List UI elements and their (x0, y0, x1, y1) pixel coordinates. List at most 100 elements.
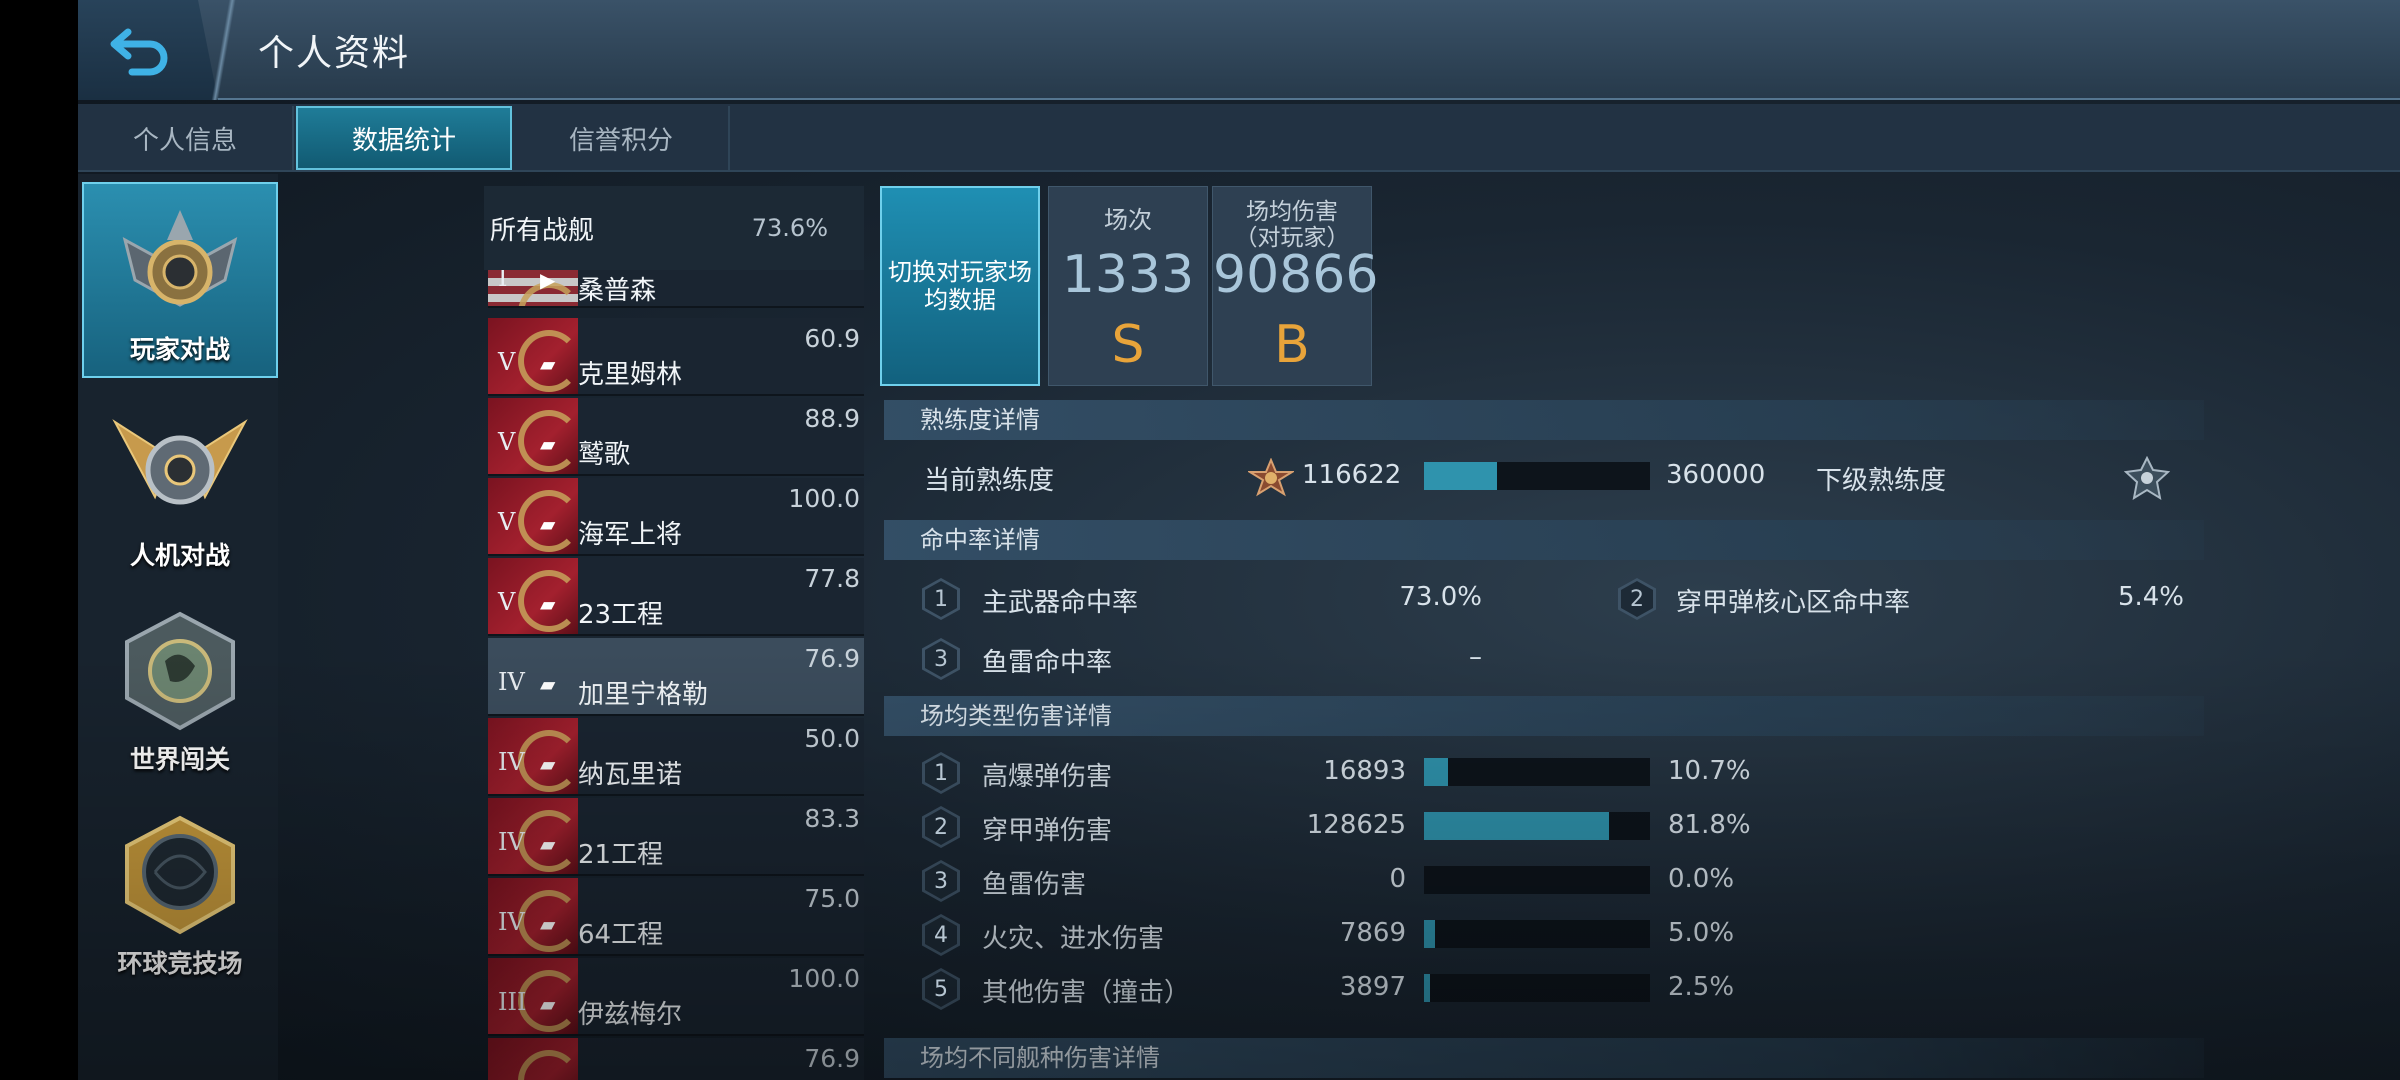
damage-type-label: 其他伤害（撞击） (982, 978, 1191, 1008)
hit-rate-label: 主武器命中率 (982, 588, 1139, 618)
ship-type-icon: ▰ (540, 512, 556, 536)
damage-type-percent: 81.8% (1668, 810, 1751, 840)
mode-label-pvp: 玩家对战 (129, 335, 230, 364)
header-bar: 个人资料 (78, 0, 2400, 100)
matches-grade: S (1111, 315, 1145, 375)
ship-type-icon: ▰ (540, 912, 556, 936)
mode-pve[interactable]: 人机对战 (82, 386, 278, 582)
ship-score: 75.0 (804, 884, 860, 913)
tab-statistics[interactable]: 数据统计 (296, 106, 512, 170)
ship-row[interactable]: V ▰ 海军上将 100.0 (488, 478, 864, 556)
ship-tier: III (498, 988, 527, 1016)
world-emblem-icon (125, 611, 235, 731)
ship-name: 鹫歌 (578, 440, 631, 470)
ship-row[interactable]: V ▰ 鹫歌 88.9 (488, 398, 864, 476)
ship-type-icon: ▰ (540, 672, 556, 696)
damage-type-label: 鱼雷伤害 (982, 870, 1087, 900)
tab-credit-score[interactable]: 信誉积分 (514, 106, 730, 170)
mode-label-pve: 人机对战 (129, 541, 230, 570)
ship-tier: V (498, 348, 516, 376)
game-screen: 个人资料 个人信息 数据统计 信誉积分 玩家对战 人机对战 世界闯关 环球竞技场… (78, 0, 2400, 1080)
ship-row[interactable]: IV ▰ 64工程 75.0 (488, 878, 864, 956)
hit-rate-value: 5.4% (2117, 582, 2184, 612)
ship-score: 77.8 (804, 564, 860, 593)
hit-rate-label: 鱼雷命中率 (982, 648, 1113, 678)
ship-type-icon: ▰ (540, 752, 556, 776)
tab-personal-info[interactable]: 个人信息 (78, 106, 294, 170)
ship-tier: IV (498, 668, 525, 696)
avg-damage-grade: B (1274, 315, 1310, 375)
ship-row[interactable]: V ▰ 23工程 77.8 (488, 558, 864, 636)
index-badge: 2 (922, 806, 960, 848)
ship-name: 海军上将 (578, 520, 683, 550)
damage-type-label: 穿甲弹伤害 (982, 816, 1113, 846)
damage-type-value: 7869 (1339, 918, 1406, 948)
all-ships-row[interactable]: 所有战舰 73.6% (484, 186, 864, 270)
mode-arena[interactable]: 环球竞技场 (82, 794, 278, 990)
ship-tier: V (498, 588, 516, 616)
ship-list: 所有战舰 73.6% I ▶ 桑普森 V ▰ 克里姆林 60.9 V ▰ 鹫歌 … (484, 186, 864, 1080)
damage-type-value: 16893 (1323, 756, 1406, 786)
ship-name: 桑普森 (578, 276, 657, 306)
proficiency-bar (1424, 462, 1650, 490)
mode-world[interactable]: 世界闯关 (82, 590, 278, 786)
hit-rate-value: 73.0% (1399, 582, 1482, 612)
ship-row[interactable]: I ▶ 桑普森 (488, 270, 864, 308)
ship-type-icon: ▰ (540, 592, 556, 616)
header-divider (202, 0, 252, 100)
mode-label-arena: 环球竞技场 (117, 949, 243, 978)
ship-name: 纳瓦里诺 (578, 760, 683, 790)
mode-label-world: 世界闯关 (129, 745, 230, 774)
damage-type-label: 高爆弹伤害 (982, 762, 1113, 792)
ship-row[interactable]: IV ▰ 纳瓦里诺 50.0 (488, 718, 864, 796)
all-ships-percent: 73.6% (751, 214, 828, 242)
index-badge: 2 (1618, 578, 1656, 620)
ship-score: 60.9 (804, 324, 860, 353)
ship-tier: IV (498, 748, 525, 776)
ship-score: 100.0 (788, 484, 860, 513)
ship-tier: V (498, 508, 516, 536)
ship-type-icon: ▰ (540, 352, 556, 376)
damage-type-bar-fill (1424, 920, 1436, 948)
switch-pvp-avg-button[interactable]: 切换对玩家场均数据 (880, 186, 1040, 386)
arena-emblem-icon (125, 815, 235, 935)
ship-type-icon: ▰ (540, 832, 556, 856)
ship-type-damage-section-title: 场均不同舰种伤害详情 (884, 1038, 2204, 1078)
back-button[interactable] (78, 0, 218, 100)
avg-damage-card: 场均伤害 （对玩家） 90866 B (1212, 186, 1378, 386)
ship-name: 21工程 (578, 840, 664, 870)
current-proficiency-value: 116622 (1302, 460, 1402, 490)
ship-tier: IV (498, 908, 525, 936)
damage-type-section-title: 场均类型伤害详情 (884, 696, 2204, 736)
damage-type-percent: 5.0% (1668, 918, 1735, 948)
ship-score: 50.0 (804, 724, 860, 753)
damage-type-bar (1424, 866, 1650, 894)
ship-name: 伊兹梅尔 (578, 1000, 683, 1030)
damage-type-percent: 10.7% (1668, 756, 1751, 786)
ship-row[interactable]: III ▰ 伊兹梅尔 100.0 (488, 958, 864, 1036)
damage-type-bar-fill (1424, 974, 1430, 1002)
ship-row[interactable]: V ▰ 克里姆林 60.9 (488, 318, 864, 396)
pvp-emblem-icon (122, 210, 238, 307)
damage-type-bar (1424, 920, 1650, 948)
index-badge: 3 (922, 860, 960, 902)
mode-pvp[interactable]: 玩家对战 (82, 182, 278, 378)
ship-row[interactable]: 76.9 (488, 1038, 864, 1080)
ussr-flag-icon (488, 1038, 580, 1080)
max-proficiency-value: 360000 (1666, 460, 1766, 490)
pve-emblem-icon (112, 419, 248, 505)
index-badge: 1 (922, 578, 960, 620)
damage-type-bar (1424, 812, 1650, 840)
ship-score: 88.9 (804, 404, 860, 433)
ship-tier: IV (498, 828, 525, 856)
current-proficiency-label: 当前熟练度 (924, 466, 1055, 496)
matches-card: 场次 1333 S (1048, 186, 1208, 386)
ship-row-selected[interactable]: IV ▰ 加里宁格勒 76.9 (488, 638, 864, 716)
back-arrow-icon (110, 28, 168, 76)
ship-row[interactable]: IV ▰ 21工程 83.3 (488, 798, 864, 876)
proficiency-section-title: 熟练度详情 (884, 400, 2204, 440)
tab-bar: 个人信息 数据统计 信誉积分 (78, 104, 2400, 172)
hit-rate-value: – (1469, 642, 1482, 672)
ship-score: 83.3 (804, 804, 860, 833)
ship-name: 64工程 (578, 920, 664, 950)
